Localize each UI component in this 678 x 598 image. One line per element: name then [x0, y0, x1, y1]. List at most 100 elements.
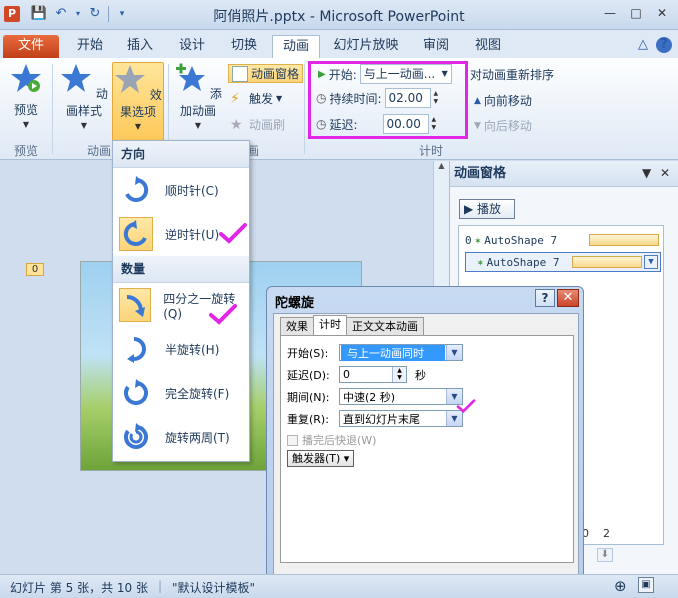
minimize-icon[interactable]: — — [598, 4, 622, 22]
dialog-close-button[interactable]: ✕ — [557, 289, 579, 307]
zoom-in-icon[interactable]: ⊕ — [614, 577, 627, 595]
animation-painter-button[interactable]: ★ 动画刷 — [230, 116, 285, 133]
anim-timing-bar — [589, 234, 659, 246]
group-separator — [52, 64, 53, 154]
animation-painter-label: 动画刷 — [249, 118, 286, 132]
status-bar: 幻灯片 第 5 张，共 10 张 | "默认设计模板" ⊕ ▣ — [0, 574, 678, 598]
title-bar: P 💾 ↶ ▾ ↻ ▾ 阿俏照片.pptx - Microsoft PowerP… — [0, 0, 678, 30]
dialog-delay-input[interactable]: 0 ▲ ▼ — [339, 366, 407, 383]
tab-animations[interactable]: 动画 — [272, 35, 320, 58]
tab-transitions[interactable]: 切换 — [224, 35, 264, 58]
move-earlier-button[interactable]: ▲ 向前移动 — [474, 92, 532, 109]
effect-options-caret-icon: ▼ — [134, 122, 142, 131]
trigger-button[interactable]: ⚡ 触发 ▼ — [230, 90, 282, 107]
clockwise-label: 顺时针(C) — [165, 183, 219, 198]
full-spin-icon — [119, 376, 153, 410]
dialog-title: 陀螺旋 — [275, 296, 315, 311]
spin-effect-icon: ✶ — [477, 255, 484, 269]
close-icon[interactable]: ✕ — [650, 4, 674, 22]
dialog-tab-effect[interactable]: 效果 — [280, 317, 314, 335]
anim-object-name: AutoShape 7 — [486, 255, 560, 269]
quarter-spin-icon — [119, 288, 152, 322]
pane-menu-icon[interactable]: ▼ — [642, 166, 651, 180]
minimize-ribbon-icon[interactable]: △ — [638, 37, 648, 53]
star-animation-icon — [61, 64, 92, 92]
dialog-delay-label: 延迟(D): — [287, 368, 330, 382]
dialog-delay-spinner[interactable]: ▲ ▼ — [392, 367, 406, 382]
star-effect-icon — [115, 65, 146, 93]
play-button[interactable]: ▶ 播放 — [459, 199, 515, 219]
preview-button[interactable]: 预览 ▼ — [6, 62, 46, 129]
dialog-help-button[interactable]: ? — [535, 289, 555, 307]
slide-count-status: 幻灯片 第 5 张，共 10 张 — [10, 581, 148, 595]
dialog-period-select[interactable]: 中速(2 秒) ▼ — [339, 388, 463, 405]
help-icon[interactable]: ? — [656, 37, 672, 53]
anim-object-name: AutoShape 7 — [484, 233, 558, 247]
dialog-start-select[interactable]: 与上一动画同时 ▼ — [339, 344, 463, 361]
animation-list-item[interactable]: 0 ✶ AutoShape 7 — [465, 230, 661, 250]
triggers-button[interactable]: 触发器(T) ▾ — [287, 450, 355, 467]
menu-item-full-spin[interactable]: 完全旋转(F) — [113, 371, 249, 415]
group-label-preview: 预览 — [13, 144, 38, 158]
tab-review[interactable]: 审阅 — [416, 35, 456, 58]
dialog-delay-row: 延迟(D): 0 ▲ ▼ 秒 — [287, 366, 426, 383]
menu-item-two-spins[interactable]: 旋转两周(T) — [113, 415, 249, 459]
anim-item-dropdown-icon[interactable]: ▼ — [644, 255, 658, 269]
theme-status[interactable]: "默认设计模板" — [172, 579, 255, 596]
status-separator: | — [158, 579, 163, 593]
timeline-ruler: 0 2 — [582, 527, 610, 540]
reorder-label: 对动画重新排序 — [470, 68, 555, 82]
effect-options-menu: 方向 顺时针(C) 逆时针(U) 数量 四分之一旋转(Q) 半旋转(H) 完全旋… — [112, 140, 250, 462]
trigger-caret-icon: ▼ — [276, 94, 283, 103]
dialog-start-dropdown-icon: ▼ — [446, 345, 462, 360]
dialog-repeat-label: 重复(R): — [287, 412, 329, 426]
pane-close-icon[interactable]: ✕ — [660, 166, 670, 180]
star-painter-icon: ★ — [230, 116, 243, 133]
star-preview-icon — [11, 64, 41, 92]
move-earlier-label: 向前移动 — [483, 94, 532, 108]
animation-list-item-selected[interactable]: ✶ AutoShape 7 ▼ — [465, 252, 661, 272]
animation-pane-label: 动画窗格 — [251, 67, 300, 81]
maximize-icon[interactable]: □ — [624, 4, 648, 22]
tab-home[interactable]: 开始 — [70, 35, 110, 58]
add-star-icon — [176, 63, 206, 91]
dialog-tab-timing[interactable]: 计时 — [313, 315, 347, 335]
check-mark-annotation — [209, 304, 237, 325]
preview-caret-icon: ▼ — [22, 120, 30, 129]
trigger-label: 触发 — [249, 92, 274, 106]
tab-design[interactable]: 设计 — [172, 35, 212, 58]
check-mark-annotation — [456, 399, 476, 414]
rewind-checkbox[interactable]: 播完后快退(W) — [287, 432, 376, 448]
effect-options-button[interactable]: 效果选项 ▼ — [112, 62, 164, 142]
menu-item-clockwise[interactable]: 顺时针(C) — [113, 168, 249, 212]
tab-view[interactable]: 视图 — [468, 35, 508, 58]
dialog-tab-text-animation[interactable]: 正文文本动画 — [346, 317, 424, 335]
add-animation-button[interactable]: 添加动画 ▼ — [172, 62, 224, 130]
dialog-start-label: 开始(S): — [287, 346, 329, 360]
scroll-up-icon[interactable]: ▲ — [434, 161, 449, 170]
check-mark-annotation — [219, 223, 247, 244]
counterclockwise-icon — [119, 217, 153, 251]
tab-insert[interactable]: 插入 — [120, 35, 160, 58]
animation-pane-icon — [232, 65, 248, 82]
menu-section-direction: 方向 — [113, 141, 249, 168]
tab-file[interactable]: 文件 — [3, 35, 59, 58]
tab-slideshow[interactable]: 幻灯片放映 — [330, 35, 402, 58]
group-separator — [304, 64, 305, 154]
animation-order-tag[interactable]: 0 — [26, 263, 44, 276]
two-spins-label: 旋转两周(T) — [165, 430, 230, 445]
animation-styles-button[interactable]: 动画样式 ▼ — [58, 62, 110, 130]
lightning-icon: ⚡ — [230, 90, 240, 107]
menu-item-half-spin[interactable]: 半旋转(H) — [113, 327, 249, 371]
dialog-repeat-select[interactable]: 直到幻灯片末尾 ▼ — [339, 410, 463, 427]
preview-label: 预览 — [13, 103, 38, 117]
reorder-down-icon[interactable]: ⬇ — [597, 548, 613, 562]
move-later-button[interactable]: ▼ 向后移动 — [474, 117, 532, 134]
rewind-checkbox-box[interactable] — [287, 434, 298, 446]
animation-styles-caret-icon: ▼ — [80, 121, 88, 130]
fit-to-window-icon[interactable]: ▣ — [638, 577, 654, 593]
full-spin-label: 完全旋转(F) — [165, 386, 230, 401]
animation-pane-button[interactable]: 动画窗格 — [228, 64, 304, 83]
dialog-delay-value: 0 — [343, 368, 350, 381]
group-label-animation: 动画 — [86, 144, 111, 158]
